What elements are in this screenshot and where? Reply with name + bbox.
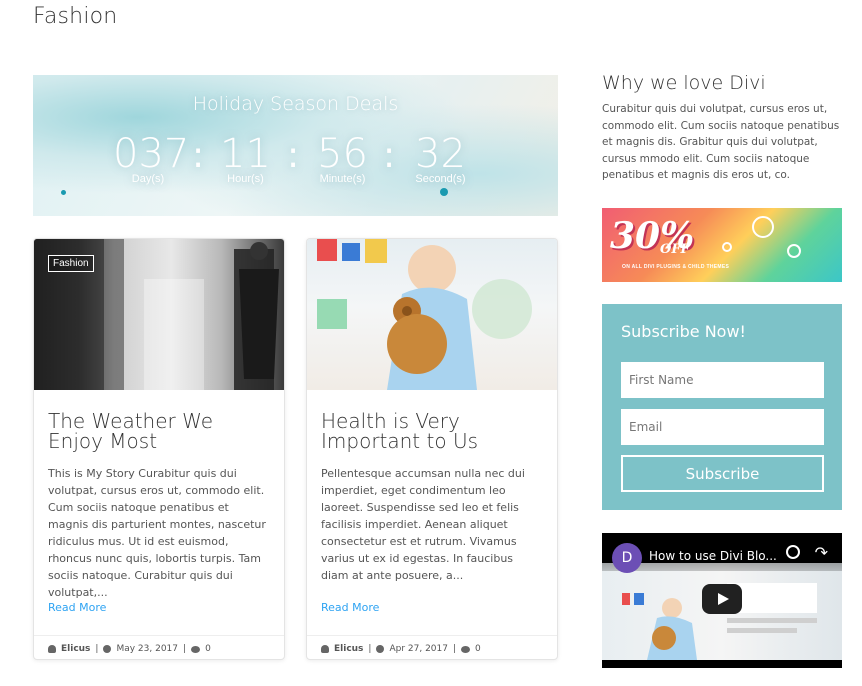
channel-avatar[interactable]: D	[612, 543, 642, 573]
video-title[interactable]: How to use Divi Blo...	[649, 549, 777, 563]
countdown-hours-value: 11	[220, 131, 271, 177]
read-more-link[interactable]: Read More	[48, 601, 106, 614]
read-more-link[interactable]: Read More	[321, 601, 379, 614]
countdown-minutes-value: 56	[317, 131, 368, 177]
meta-separator: |	[452, 644, 457, 654]
countdown-banner: Holiday Season Deals 037 Day(s) : 11 Hou…	[33, 75, 558, 216]
subscribe-title: Subscribe Now!	[621, 322, 746, 341]
email-field[interactable]	[621, 409, 824, 445]
post-card: Health is Very Important to Us Pellentes…	[306, 238, 558, 660]
user-icon	[321, 645, 329, 653]
countdown-days-value: 037	[113, 131, 190, 177]
page-title: Fashion	[33, 4, 118, 29]
post-comments[interactable]: 0	[475, 644, 481, 654]
why-divi-text: Curabitur quis dui volutpat, cursus eros…	[602, 103, 840, 181]
countdown-days: 037 Day(s)	[113, 131, 190, 185]
user-icon	[48, 645, 56, 653]
countdown-minutes-label: Minute(s)	[319, 173, 366, 185]
video-embed[interactable]: D How to use Divi Blo... ↷	[602, 533, 842, 668]
countdown-hours: 11 Hour(s)	[218, 131, 273, 185]
countdown-separator: :	[192, 135, 205, 176]
post-comments[interactable]: 0	[205, 644, 211, 654]
clock-icon	[376, 645, 385, 653]
decor-circle-icon	[752, 216, 774, 238]
promo-subtext: ON ALL DIVI PLUGINS & CHILD THEMES	[622, 264, 730, 270]
post-author[interactable]: Elicus	[334, 644, 363, 654]
comment-icon	[461, 645, 471, 653]
share-icon[interactable]: ↷	[815, 543, 828, 563]
post-image[interactable]: Fashion	[34, 239, 284, 390]
post-card: Fashion The Weather We Enjoy Most This i…	[33, 238, 285, 660]
decor-circle-icon	[787, 244, 801, 258]
watch-later-icon[interactable]	[786, 545, 800, 559]
countdown-seconds: 32 Second(s)	[408, 131, 473, 185]
subscribe-form: Subscribe Now! Subscribe	[602, 304, 842, 510]
post-author[interactable]: Elicus	[61, 644, 90, 654]
promo-banner[interactable]: 30% OFF ON ALL DIVI PLUGINS & CHILD THEM…	[602, 208, 842, 282]
countdown-seconds-label: Second(s)	[415, 173, 466, 185]
decor-circle-icon	[722, 242, 732, 252]
countdown-separator: :	[383, 135, 396, 176]
post-meta: Elicus | Apr 27, 2017 | 0	[307, 635, 557, 654]
countdown-title: Holiday Season Deals	[192, 93, 399, 115]
meta-separator: |	[95, 644, 99, 654]
decor-dot	[440, 188, 448, 196]
decor-dot	[61, 190, 66, 195]
countdown-minutes: 56 Minute(s)	[310, 131, 375, 185]
post-date: May 23, 2017	[116, 644, 179, 654]
post-meta: Elicus | May 23, 2017 | 0	[34, 635, 284, 654]
comment-icon	[191, 645, 201, 653]
why-divi-heading: Why we love Divi	[602, 72, 766, 94]
post-title[interactable]: The Weather We Enjoy Most	[48, 411, 270, 451]
clock-icon	[103, 645, 112, 653]
promo-off: OFF	[660, 242, 690, 257]
post-image[interactable]	[307, 239, 557, 390]
countdown-seconds-value: 32	[415, 131, 466, 177]
first-name-field[interactable]	[621, 362, 824, 398]
post-title[interactable]: Health is Very Important to Us	[321, 411, 543, 451]
child-with-teddy-image	[317, 239, 532, 390]
category-badge[interactable]: Fashion	[48, 255, 94, 272]
subscribe-button[interactable]: Subscribe	[621, 455, 824, 492]
meta-separator: |	[368, 644, 372, 654]
meta-separator: |	[183, 644, 187, 654]
post-excerpt: Pellentesque accumsan nulla nec dui impe…	[321, 467, 525, 582]
play-button[interactable]	[702, 584, 742, 614]
countdown-separator: :	[287, 135, 300, 176]
post-excerpt: This is My Story Curabitur quis dui volu…	[48, 467, 266, 599]
post-date: Apr 27, 2017	[389, 644, 448, 654]
